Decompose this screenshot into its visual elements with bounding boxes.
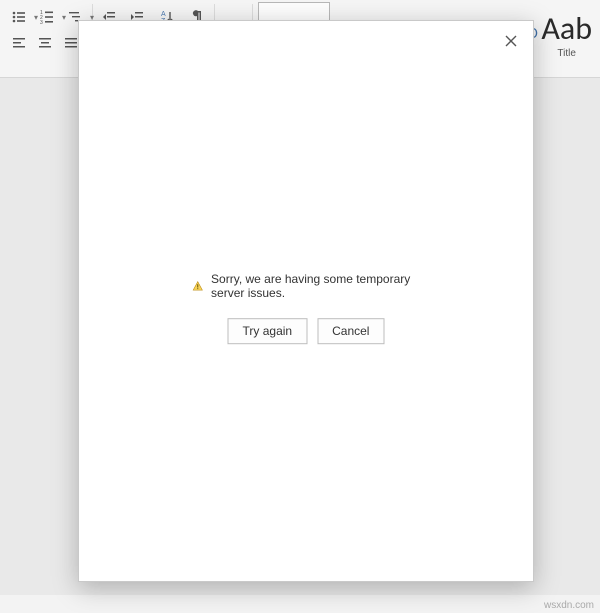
numbering-icon[interactable]: 123 ▾ [36,6,58,28]
align-left-icon[interactable] [8,32,30,54]
close-button[interactable] [499,29,523,53]
try-again-button[interactable]: Try again [228,318,308,344]
warning-icon [193,279,204,293]
title-sample: Aab [541,9,592,48]
svg-text:A: A [161,11,166,18]
dialog-button-row: Try again Cancel [228,318,385,344]
title-label: Title [557,48,576,59]
style-item-title[interactable]: Aab Title [541,4,592,64]
error-dialog: Sorry, we are having some temporary serv… [78,20,534,582]
watermark: wsxdn.com [544,600,594,611]
cancel-button[interactable]: Cancel [317,318,384,344]
align-center-icon[interactable] [34,32,56,54]
svg-text:3: 3 [40,20,43,25]
error-message-row: Sorry, we are having some temporary serv… [193,272,420,300]
error-message: Sorry, we are having some temporary serv… [211,272,419,300]
bullets-icon[interactable]: ▾ [8,6,30,28]
